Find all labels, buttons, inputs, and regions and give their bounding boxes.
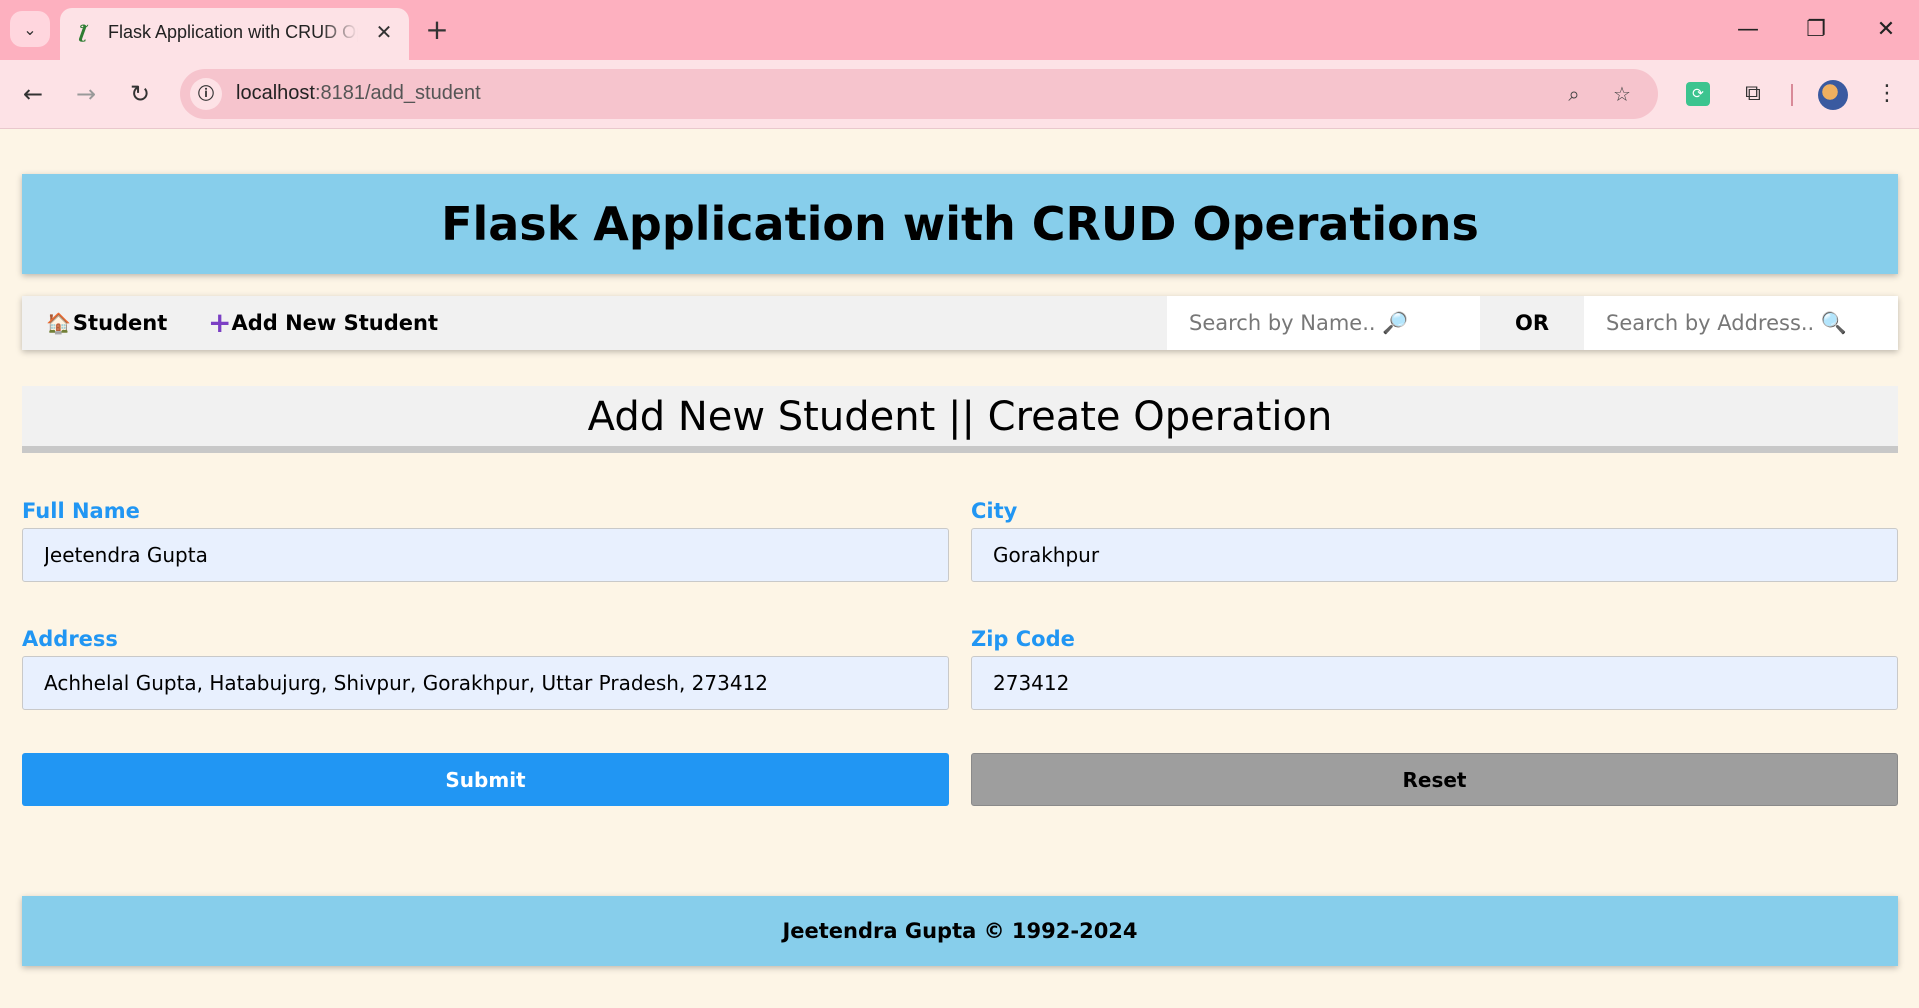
- nav-add-student-label: Add New Student: [231, 311, 439, 335]
- browser-toolbar: ← → ↻ ⓘ localhost:8181/add_student ⌕ ☆ ⟳…: [0, 60, 1919, 129]
- address-field[interactable]: [22, 656, 949, 710]
- tab-search-button[interactable]: ⌄: [10, 11, 50, 47]
- plus-icon: +: [208, 306, 232, 339]
- reset-button[interactable]: Reset: [971, 753, 1898, 806]
- zip-code-label: Zip Code: [971, 627, 1075, 651]
- reload-icon[interactable]: ↻: [121, 75, 159, 113]
- kebab-menu-icon[interactable]: ⋮: [1872, 79, 1902, 109]
- flask-favicon-icon: ƪ: [80, 22, 86, 43]
- browser-tabstrip: ⌄ ƪ Flask Application with CRUD Operatio…: [0, 0, 1919, 60]
- header-banner: Flask Application with CRUD Operations: [22, 174, 1898, 274]
- footer-copyright: Jeetendra Gupta © 1992-2024: [782, 919, 1138, 943]
- top-navbar: 🏠Student +Add New Student OR: [22, 296, 1898, 350]
- search-by-name-input[interactable]: [1167, 296, 1480, 350]
- new-tab-button[interactable]: +: [420, 13, 454, 47]
- submit-button[interactable]: Submit: [22, 753, 949, 806]
- city-field[interactable]: [971, 528, 1898, 582]
- restore-icon[interactable]: ❐: [1796, 10, 1836, 50]
- close-window-icon[interactable]: ✕: [1866, 10, 1906, 50]
- extension-green-icon[interactable]: ⟳: [1686, 82, 1710, 106]
- or-label: OR: [1514, 311, 1550, 335]
- url-path: :8181/add_student: [314, 82, 481, 104]
- url-host: localhost: [236, 82, 315, 104]
- search-by-address-input[interactable]: [1584, 296, 1898, 350]
- full-name-field[interactable]: [22, 528, 949, 582]
- back-arrow-icon[interactable]: ←: [14, 75, 52, 113]
- forward-arrow-icon[interactable]: →: [67, 75, 105, 113]
- zip-code-field[interactable]: [971, 656, 1898, 710]
- address-bar[interactable]: ⓘ localhost:8181/add_student ⌕ ☆: [180, 69, 1658, 119]
- chevron-down-icon: ⌄: [23, 19, 37, 39]
- page-title: Flask Application with CRUD Operations: [441, 197, 1479, 251]
- toolbar-divider: [1791, 84, 1793, 106]
- nav-student-label: Student: [72, 311, 168, 335]
- address-label: Address: [22, 627, 118, 651]
- extensions-puzzle-icon[interactable]: ⧉: [1738, 79, 1768, 109]
- site-info-icon[interactable]: ⓘ: [190, 78, 222, 110]
- footer: Jeetendra Gupta © 1992-2024: [22, 896, 1898, 966]
- tab-title: Flask Application with CRUD Operations: [108, 22, 358, 42]
- section-title: Add New Student || Create Operation: [22, 386, 1898, 453]
- nav-link-student[interactable]: 🏠Student: [46, 296, 167, 350]
- bookmark-star-icon[interactable]: ☆: [1607, 79, 1637, 109]
- profile-avatar[interactable]: [1818, 80, 1848, 110]
- browser-tab-active[interactable]: ƪ Flask Application with CRUD Operations…: [60, 8, 409, 60]
- minimize-icon[interactable]: —: [1728, 10, 1768, 50]
- url-text[interactable]: localhost:8181/add_student: [236, 82, 481, 105]
- city-label: City: [971, 499, 1018, 523]
- full-name-label: Full Name: [22, 499, 140, 523]
- close-tab-icon[interactable]: ✕: [370, 18, 398, 46]
- zoom-icon[interactable]: ⌕: [1559, 79, 1589, 109]
- home-icon: 🏠: [46, 311, 71, 335]
- nav-link-add-new-student[interactable]: +Add New Student: [208, 296, 438, 350]
